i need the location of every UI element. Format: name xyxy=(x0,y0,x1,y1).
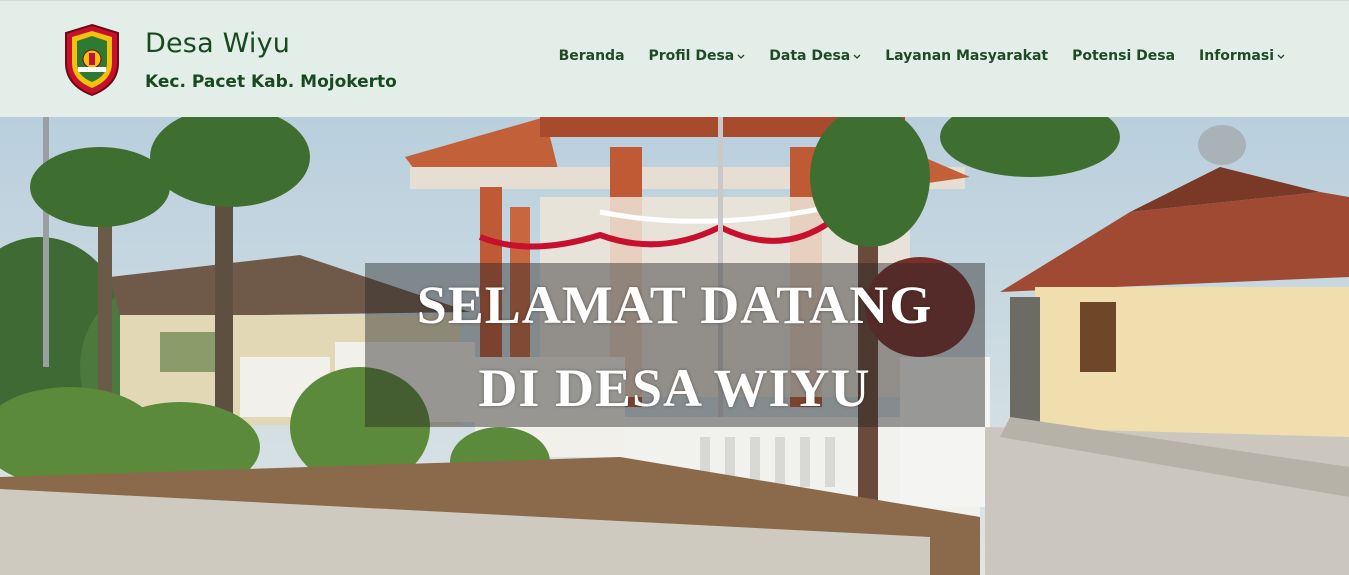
chevron-down-icon xyxy=(1277,54,1285,59)
regency-emblem-icon[interactable] xyxy=(62,23,122,97)
nav-item-label: Profil Desa xyxy=(648,48,735,64)
brand[interactable]: Desa Wiyu Kec. Pacet Kab. Mojokerto xyxy=(62,23,397,97)
site-title[interactable]: Desa Wiyu xyxy=(145,25,397,63)
site-subtitle: Kec. Pacet Kab. Mojokerto xyxy=(145,72,397,92)
nav-item-layanan-masyarakat[interactable]: Layanan Masyarakat xyxy=(885,48,1048,64)
nav-item-informasi[interactable]: Informasi xyxy=(1199,48,1285,64)
nav-item-data-desa[interactable]: Data Desa xyxy=(769,48,861,64)
hero-title-line2: DI DESA WIYU xyxy=(478,358,871,418)
nav-item-label: Layanan Masyarakat xyxy=(885,48,1049,64)
nav-item-label: Beranda xyxy=(558,48,625,64)
nav-item-label: Potensi Desa xyxy=(1072,48,1176,64)
hero-banner: SELAMAT DATANG DI DESA WIYU xyxy=(0,117,1349,575)
nav-item-profil-desa[interactable]: Profil Desa xyxy=(649,48,746,64)
nav-item-label: Informasi xyxy=(1199,48,1274,64)
site-header: Desa Wiyu Kec. Pacet Kab. Mojokerto Bera… xyxy=(0,0,1349,117)
chevron-down-icon xyxy=(737,54,745,59)
nav-item-potensi-desa[interactable]: Potensi Desa xyxy=(1072,48,1175,64)
hero-title-line1: SELAMAT DATANG xyxy=(416,275,933,335)
main-nav: Beranda Profil Desa Data Desa Layanan Ma… xyxy=(559,48,1285,64)
chevron-down-icon xyxy=(853,54,861,59)
nav-item-label: Data Desa xyxy=(769,48,851,64)
nav-item-beranda[interactable]: Beranda xyxy=(559,48,625,64)
